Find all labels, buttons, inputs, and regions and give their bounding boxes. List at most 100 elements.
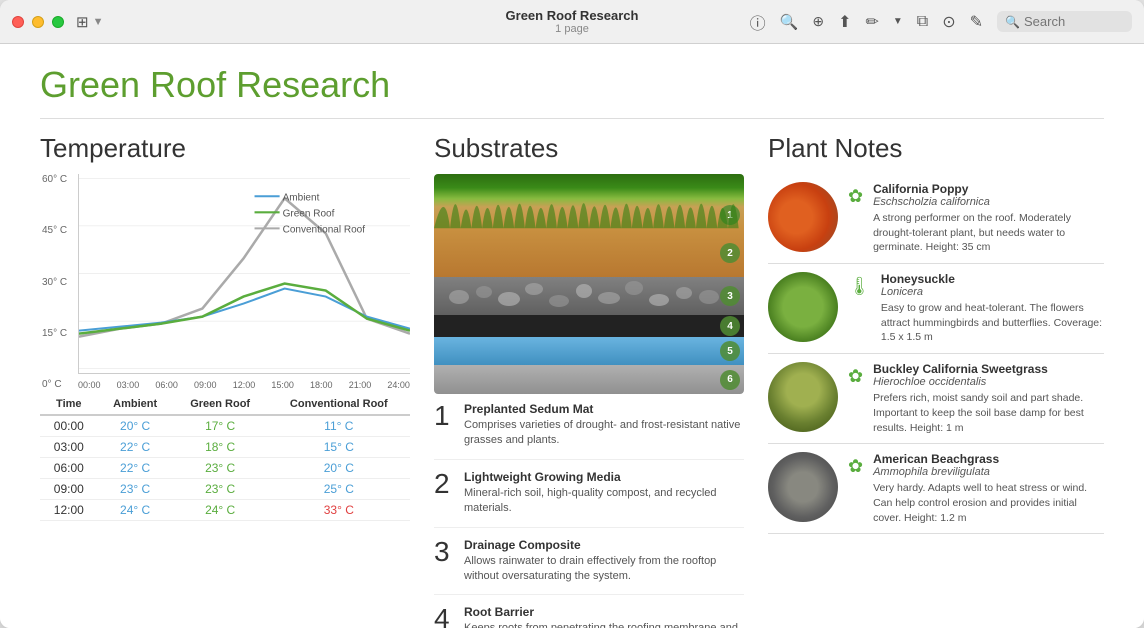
app-window: ⊞ ▼ Green Roof Research 1 page ⓘ 🔍 ⊕ ⬆ ✏…: [0, 0, 1144, 628]
plant-name: California Poppy: [873, 182, 1104, 196]
annotate-icon[interactable]: ✎: [970, 12, 983, 32]
sidebar-icon[interactable]: ⊞: [76, 13, 89, 31]
plant-name: American Beachgrass: [873, 452, 1104, 466]
table-row: 09:00 23° C 23° C 25° C: [40, 479, 410, 500]
svg-text:Green Roof: Green Roof: [283, 208, 335, 219]
zoom-out-icon[interactable]: 🔍: [780, 13, 799, 31]
substrate-number: 1: [434, 402, 454, 449]
substrate-list: 1 Preplanted Sedum Mat Comprises varieti…: [434, 402, 744, 628]
search-input[interactable]: [1024, 14, 1124, 29]
x-09: 09:00: [194, 380, 217, 390]
titlebar-info: Green Roof Research 1 page: [506, 8, 639, 35]
list-item: 2 Lightweight Growing Media Mineral-rich…: [434, 470, 744, 528]
plant-description: Easy to grow and heat-tolerant. The flow…: [881, 301, 1104, 345]
window-subtitle: 1 page: [506, 23, 639, 35]
plant-icon: ✿: [848, 366, 863, 387]
y-label-30: 30° C: [42, 277, 67, 288]
layer-badge-2: 2: [720, 243, 740, 263]
markup-icon[interactable]: ✏: [865, 12, 878, 32]
cell-ambient: 24° C: [98, 500, 173, 521]
plant-photo: [768, 272, 838, 342]
info-icon[interactable]: ⓘ: [750, 10, 766, 34]
plant-name: Buckley California Sweetgrass: [873, 362, 1104, 376]
substrate-title: Preplanted Sedum Mat: [464, 402, 744, 416]
cell-conventional: 25° C: [268, 479, 410, 500]
substrate-text: Root Barrier Keeps roots from penetratin…: [464, 605, 744, 628]
plant-info: Honeysuckle Lonicera Easy to grow and he…: [881, 272, 1104, 345]
share-icon[interactable]: ⬆: [838, 12, 851, 32]
plant-item: ✿ American Beachgrass Ammophila brevilig…: [768, 444, 1104, 534]
y-label-45: 45° C: [42, 225, 67, 236]
substrate-visual: 1 2: [434, 174, 744, 394]
plant-photo: [768, 452, 838, 522]
content-grid: Temperature 60° C 45° C 30° C 15° C 0° C: [40, 133, 1104, 617]
plant-scientific: Eschscholzia californica: [873, 196, 1104, 208]
header-ambient: Ambient: [98, 394, 173, 415]
substrate-description: Keeps roots from penetrating the roofing…: [464, 621, 744, 628]
substrate-number: 3: [434, 538, 454, 585]
search-icon: 🔍: [1005, 15, 1020, 29]
gravel-svg: [434, 277, 744, 315]
minimize-button[interactable]: [32, 16, 44, 28]
substrate-description: Comprises varieties of drought- and fros…: [464, 418, 744, 449]
plant-icon: 🌡: [848, 276, 871, 297]
person-icon[interactable]: ⊙: [942, 12, 955, 32]
search-box[interactable]: 🔍: [997, 11, 1132, 32]
window-icon[interactable]: ⧉: [917, 13, 928, 31]
x-24: 24:00: [387, 380, 410, 390]
header-greenroof: Green Roof: [173, 394, 268, 415]
traffic-lights: [12, 16, 64, 28]
table-row: 12:00 24° C 24° C 33° C: [40, 500, 410, 521]
plant-scientific: Ammophila breviligulata: [873, 466, 1104, 478]
cell-time: 00:00: [40, 415, 98, 437]
window-title: Green Roof Research: [506, 8, 639, 23]
cell-time: 06:00: [40, 458, 98, 479]
plant-description: Prefers rich, moist sandy soil and part …: [873, 391, 1104, 435]
chevron-icon[interactable]: ▼: [93, 16, 104, 28]
cell-time: 03:00: [40, 437, 98, 458]
cell-greenroof: 18° C: [173, 437, 268, 458]
substrate-title: Drainage Composite: [464, 538, 744, 552]
zoom-in-icon[interactable]: ⊕: [812, 13, 824, 30]
cell-ambient: 23° C: [98, 479, 173, 500]
document-title: Green Roof Research: [40, 64, 1104, 119]
list-item: 4 Root Barrier Keeps roots from penetrat…: [434, 605, 744, 628]
chart-x-labels: 00:00 03:00 06:00 09:00 12:00 15:00 18:0…: [78, 380, 410, 390]
toolbar-icons: ⓘ 🔍 ⊕ ⬆ ✏ ▼ ⧉ ⊙ ✎ 🔍: [750, 10, 1132, 34]
temperature-title: Temperature: [40, 133, 410, 164]
layer-3-gravel: 3: [434, 277, 744, 315]
cell-time: 09:00: [40, 479, 98, 500]
substrate-description: Mineral-rich soil, high-quality compost,…: [464, 486, 744, 517]
grass-svg: [434, 174, 744, 229]
plant-scientific: Hierochloe occidentalis: [873, 376, 1104, 388]
layer-badge-6: 6: [720, 370, 740, 390]
plant-list: ✿ California Poppy Eschscholzia californ…: [768, 174, 1104, 534]
substrate-text: Drainage Composite Allows rainwater to d…: [464, 538, 744, 585]
x-15: 15:00: [271, 380, 294, 390]
y-label-60: 60° C: [42, 174, 67, 185]
layer-badge-4: 4: [720, 316, 740, 336]
x-21: 21:00: [349, 380, 372, 390]
close-button[interactable]: [12, 16, 24, 28]
plant-scientific: Lonicera: [881, 286, 1104, 298]
x-00: 00:00: [78, 380, 101, 390]
substrate-title: Root Barrier: [464, 605, 744, 619]
plant-photo: [768, 182, 838, 252]
plant-item: ✿ California Poppy Eschscholzia californ…: [768, 174, 1104, 264]
layer-5-water: 5: [434, 337, 744, 365]
y-label-15: 15° C: [42, 328, 67, 339]
layer-2-soil: 2: [434, 229, 744, 277]
markup-chevron[interactable]: ▼: [893, 16, 903, 27]
titlebar: ⊞ ▼ Green Roof Research 1 page ⓘ 🔍 ⊕ ⬆ ✏…: [0, 0, 1144, 44]
layer-6-concrete: 6: [434, 365, 744, 394]
cell-time: 12:00: [40, 500, 98, 521]
plant-description: A strong performer on the roof. Moderate…: [873, 211, 1104, 255]
substrates-title: Substrates: [434, 133, 744, 164]
table-row: 06:00 22° C 23° C 20° C: [40, 458, 410, 479]
layer-badge-5: 5: [720, 341, 740, 361]
plant-info: American Beachgrass Ammophila breviligul…: [873, 452, 1104, 525]
maximize-button[interactable]: [52, 16, 64, 28]
plant-item: 🌡 Honeysuckle Lonicera Easy to grow and …: [768, 264, 1104, 354]
cell-conventional: 20° C: [268, 458, 410, 479]
cell-greenroof: 23° C: [173, 479, 268, 500]
